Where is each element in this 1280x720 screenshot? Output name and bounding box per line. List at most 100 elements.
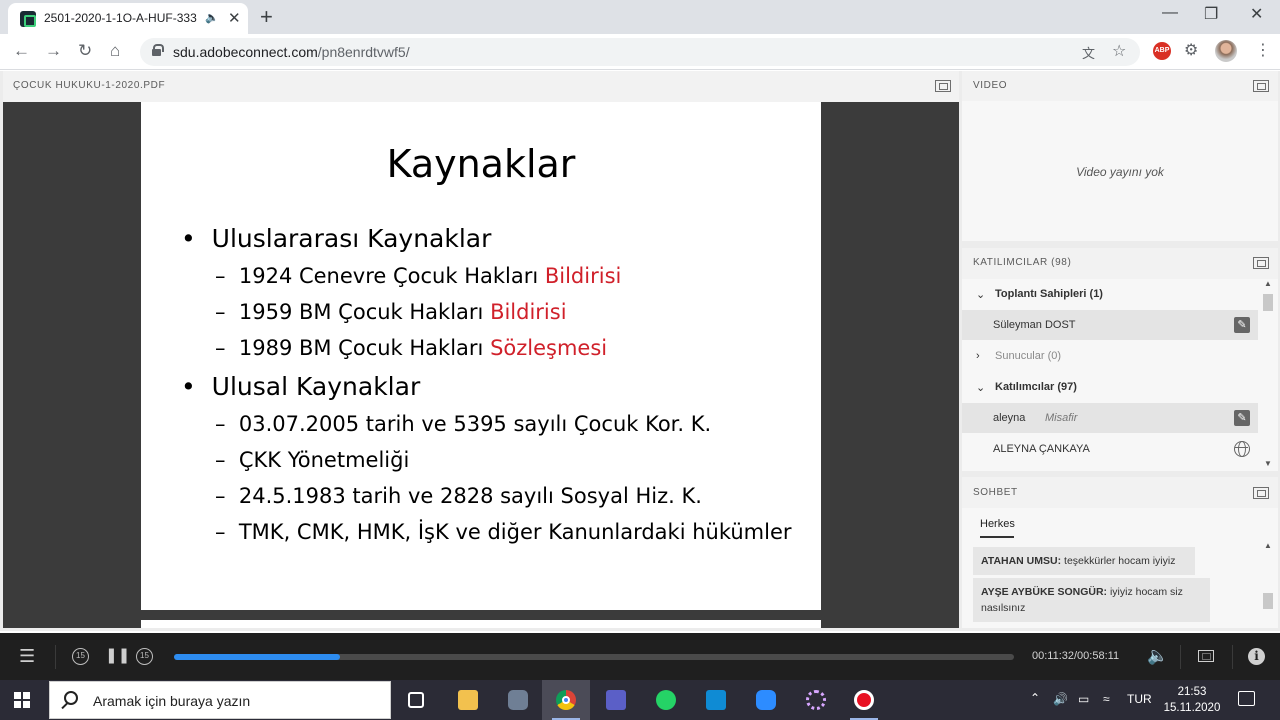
forward-icon[interactable]: → [45,41,62,61]
browser-tab[interactable]: 2501-2020-1-1O-A-HUF-333 🔈 ✕ [8,3,248,34]
sub-item-highlight: Sözleşmesi [490,336,608,360]
attendees-pod: KATILIMCILAR (98) ⌄ Toplantı Sahipleri (… [962,248,1278,471]
no-video-message: Video yayını yok [1076,165,1164,179]
volume-icon[interactable]: 🔈 [1147,646,1168,666]
zoom-icon[interactable] [742,680,790,720]
attendee-list: ⌄ Toplantı Sahipleri (1) Süleyman DOST ✎… [962,279,1278,471]
chat-area: Herkes ATAHAN UMSU: teşekkürler hocam iy… [962,508,1278,628]
reload-icon[interactable]: ↻ [78,41,92,61]
wifi-icon[interactable]: ≈ [1103,692,1110,706]
attendee-row[interactable]: Süleyman DOST ✎ [962,310,1258,340]
camera-app-icon[interactable] [494,680,542,720]
file-explorer-icon[interactable] [444,680,492,720]
url-text[interactable]: sdu.adobeconnect.com/pn8enrdtvwf5/ [173,44,410,60]
timecode: 00:11:32/00:58:11 [1032,650,1120,662]
chat-tab-everyone[interactable]: Herkes [980,518,1015,530]
attendee-scrollbar[interactable]: ▲ ▼ [1261,279,1275,471]
slide-sub-item: – 1989 BM Çocuk Hakları Sözleşmesi [215,336,608,360]
back-icon[interactable]: ← [13,41,30,61]
scroll-down-icon[interactable]: ▼ [1264,459,1272,468]
sub-item-text: 24.5.1983 tarih ve 2828 sayılı Sosyal Hi… [238,484,702,508]
globe-icon [1234,441,1250,457]
translate-icon[interactable]: 文 [1082,43,1095,62]
lock-icon[interactable] [152,44,164,56]
home-icon[interactable]: ⌂ [110,41,120,61]
chat-pod: SOHBET Herkes ATAHAN UMSU: teşekkürler h… [962,477,1278,628]
windows-start-icon[interactable] [14,692,30,708]
pause-icon[interactable]: ❚❚ [105,646,130,664]
address-bar[interactable]: sdu.adobeconnect.com/pn8enrdtvwf5/ 文 ☆ [140,38,1140,66]
input-language[interactable]: TUR [1127,692,1152,706]
scroll-up-icon[interactable]: ▲ [1264,279,1272,288]
scroll-thumb[interactable] [1263,294,1273,311]
seek-bar[interactable] [174,654,1014,660]
skip-back-icon[interactable]: 15 [72,648,89,665]
tab-audio-icon[interactable]: 🔈 [205,11,219,24]
bookmark-star-icon[interactable]: ☆ [1112,41,1126,61]
wrench-icon: ✎ [1234,410,1250,426]
maximize-pod-icon[interactable] [1253,257,1269,269]
whatsapp-icon[interactable] [642,680,690,720]
profile-avatar[interactable] [1215,40,1237,62]
battery-icon[interactable]: ▭ [1078,692,1089,706]
window-close-icon[interactable]: ✕ [1250,4,1263,24]
url-path: /pn8enrdtvwf5/ [317,44,410,60]
attendees-pod-title: KATILIMCILAR (98) [973,257,1072,268]
fullscreen-icon[interactable] [1198,650,1214,662]
clock-time: 21:53 [1177,686,1207,698]
share-pod-title: ÇOCUK HUKUKU-1-2020.PDF [13,80,166,91]
scroll-up-icon[interactable]: ▲ [1264,541,1272,550]
menu-icon[interactable]: ☰ [19,646,35,667]
chevron-right-icon: › [976,350,980,362]
scroll-thumb[interactable] [1263,593,1273,609]
wrench-icon: ✎ [1234,317,1250,333]
attendee-row[interactable]: aleyna Misafir ✎ [962,403,1258,433]
browser-menu-icon[interactable]: ⋮ [1255,40,1271,60]
url-host: sdu.adobeconnect.com [173,44,318,60]
notification-icon[interactable] [1238,691,1255,706]
restore-icon[interactable]: ❐ [1204,4,1218,24]
tray-overflow-icon[interactable]: ⌃ [1030,691,1040,705]
adblock-extension-icon[interactable]: ABP [1153,42,1171,60]
skip-forward-icon[interactable]: 15 [136,648,153,665]
group-label: Sunucular (0) [995,350,1062,362]
tab-close-icon[interactable]: ✕ [228,9,241,27]
taskbar-search-box[interactable]: Aramak için buraya yazın [49,681,391,719]
new-tab-icon[interactable]: + [260,4,273,30]
document-stage[interactable]: Kaynaklar • Uluslararası Kaynaklar – 192… [3,102,959,628]
speaker-tray-icon[interactable]: 🔊 [1053,692,1068,706]
message-text: teşekkürler hocam iyiyiz [1061,555,1176,567]
group-presenters[interactable]: › Sunucular (0) [962,341,1258,371]
system-clock[interactable]: 21:53 15.11.2020 [1160,684,1224,716]
attendee-row[interactable]: ALEYNA ÇANKAYA [962,434,1258,464]
chat-message: ATAHAN UMSU: teşekkürler hocam iyiyiz [973,547,1195,575]
chat-tab-indicator [980,536,1014,538]
extensions-icon[interactable]: ⚙ [1184,40,1198,60]
teams-icon[interactable] [592,680,640,720]
group-participants[interactable]: ⌄ Katılımcılar (97) [962,372,1258,402]
recorder-icon[interactable] [840,680,888,720]
slide-sub-item: – ÇKK Yönetmeliği [215,448,410,472]
chat-scrollbar[interactable]: ▲ [1261,541,1275,628]
share-pod: ÇOCUK HUKUKU-1-2020.PDF Kaynaklar • Ulus… [3,71,959,628]
chevron-down-icon: ⌄ [976,289,986,301]
bullet-heading: Ulusal Kaynaklar [211,372,421,401]
video-area: Video yayını yok [962,101,1278,241]
group-hosts[interactable]: ⌄ Toplantı Sahipleri (1) [962,279,1258,309]
capture-app-icon[interactable] [792,680,840,720]
store-icon[interactable] [692,680,740,720]
chrome-icon[interactable] [542,680,590,720]
info-icon[interactable]: i [1248,648,1265,665]
maximize-pod-icon[interactable] [1253,487,1269,499]
sub-item-highlight: Bildirisi [544,264,622,288]
group-label: Toplantı Sahipleri (1) [995,288,1103,300]
maximize-pod-icon[interactable] [935,80,951,92]
browser-tab-strip: 2501-2020-1-1O-A-HUF-333 🔈 ✕ + — ❐ ✕ [0,0,1280,34]
maximize-pod-icon[interactable] [1253,80,1269,92]
sub-item-text: 1989 BM Çocuk Hakları [238,336,491,360]
divider [1232,645,1233,669]
task-view-icon[interactable] [392,680,440,720]
sub-item-text: TMK, CMK, HMK, İşK ve diğer Kanunlardaki… [238,520,792,544]
minimize-icon[interactable]: — [1162,4,1178,22]
sub-item-text: 1924 Cenevre Çocuk Hakları [238,264,545,288]
